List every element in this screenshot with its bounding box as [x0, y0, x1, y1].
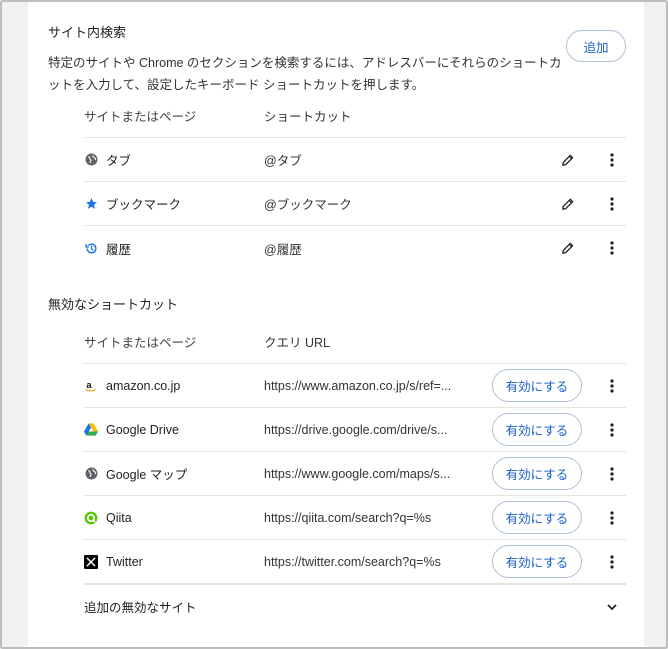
- google-drive-icon: [84, 423, 98, 437]
- inactive-shortcuts-title: 無効なショートカット: [48, 297, 179, 312]
- pencil-icon[interactable]: [558, 238, 578, 258]
- more-vert-icon[interactable]: [602, 552, 622, 572]
- enable-button[interactable]: 有効にする: [492, 413, 582, 446]
- site-search-table: サイトまたはページ ショートカット タブ @タブ ブックマーク @ブックマーク …: [84, 94, 626, 270]
- header-site: サイトまたはページ: [84, 336, 197, 350]
- star-icon: [84, 197, 98, 211]
- query-url: https://drive.google.com/drive/s...: [264, 422, 448, 437]
- settings-window: サイト内検索 特定のサイトや Chrome のセクションを検索するには、アドレス…: [0, 0, 668, 649]
- site-label: amazon.co.jp: [106, 378, 181, 393]
- more-vert-icon[interactable]: [602, 238, 622, 258]
- pencil-icon[interactable]: [558, 194, 578, 214]
- more-vert-icon[interactable]: [602, 376, 622, 396]
- amazon-icon: a: [84, 379, 98, 393]
- table-row: Qiita https://qiita.com/search?q=%s 有効にす…: [84, 496, 626, 540]
- settings-panel: サイト内検索 特定のサイトや Chrome のセクションを検索するには、アドレス…: [28, 2, 644, 647]
- header-site: サイトまたはページ: [84, 110, 197, 124]
- table-row: 履歴 @履歴: [84, 226, 626, 270]
- svg-text:a: a: [86, 379, 92, 389]
- site-label: ブックマーク: [106, 198, 182, 212]
- site-label: 履歴: [106, 242, 132, 257]
- site-label: Google マップ: [106, 468, 188, 482]
- enable-button[interactable]: 有効にする: [492, 457, 582, 490]
- more-vert-icon[interactable]: [602, 150, 622, 170]
- table-header: サイトまたはページ ショートカット: [84, 94, 626, 138]
- header-query-url: クエリ URL: [264, 336, 330, 350]
- table-row: ブックマーク @ブックマーク: [84, 182, 626, 226]
- globe-icon: [84, 467, 98, 481]
- more-vert-icon[interactable]: [602, 194, 622, 214]
- more-vert-icon[interactable]: [602, 508, 622, 528]
- more-vert-icon[interactable]: [602, 464, 622, 484]
- chevron-down-icon: [602, 597, 622, 617]
- query-url: https://www.amazon.co.jp/s/ref=...: [264, 378, 452, 393]
- more-vert-icon[interactable]: [602, 420, 622, 440]
- table-row: Google Drive https://drive.google.com/dr…: [84, 408, 626, 452]
- shortcut-value: @履歴: [264, 242, 302, 257]
- site-label: Google Drive: [106, 422, 179, 437]
- enable-button[interactable]: 有効にする: [492, 501, 582, 534]
- inactive-shortcuts-table: サイトまたはページ クエリ URL a amazon.co.jp https:/…: [84, 320, 626, 628]
- table-row: Google マップ https://www.google.com/maps/s…: [84, 452, 626, 496]
- table-row: a amazon.co.jp https://www.amazon.co.jp/…: [84, 364, 626, 408]
- site-search-description: 特定のサイトや Chrome のセクションを検索するには、アドレスバーにそれらの…: [48, 56, 562, 92]
- x-icon: [84, 554, 98, 569]
- more-inactive-sites-expander[interactable]: 追加の無効なサイト: [84, 584, 626, 628]
- enable-button[interactable]: 有効にする: [492, 545, 582, 578]
- enable-button[interactable]: 有効にする: [492, 369, 582, 402]
- table-row: タブ @タブ: [84, 138, 626, 182]
- table-row: Twitter https://twitter.com/search?q=%s …: [84, 540, 626, 584]
- table-header: サイトまたはページ クエリ URL: [84, 320, 626, 364]
- shortcut-value: @タブ: [264, 154, 302, 168]
- site-label: タブ: [106, 154, 132, 168]
- history-icon: [84, 241, 98, 255]
- query-url: https://www.google.com/maps/s...: [264, 466, 451, 481]
- query-url: https://twitter.com/search?q=%s: [264, 554, 441, 569]
- site-search-title: サイト内検索: [48, 25, 127, 40]
- globe-icon: [84, 153, 98, 167]
- header-shortcut: ショートカット: [264, 110, 352, 124]
- query-url: https://qiita.com/search?q=%s: [264, 510, 432, 525]
- qiita-icon: [84, 511, 98, 525]
- pencil-icon[interactable]: [558, 150, 578, 170]
- site-label: Qiita: [106, 510, 132, 525]
- more-inactive-sites-label: 追加の無効なサイト: [84, 601, 197, 615]
- site-label: Twitter: [106, 554, 143, 569]
- add-button[interactable]: 追加: [566, 30, 626, 62]
- shortcut-value: @ブックマーク: [264, 198, 352, 212]
